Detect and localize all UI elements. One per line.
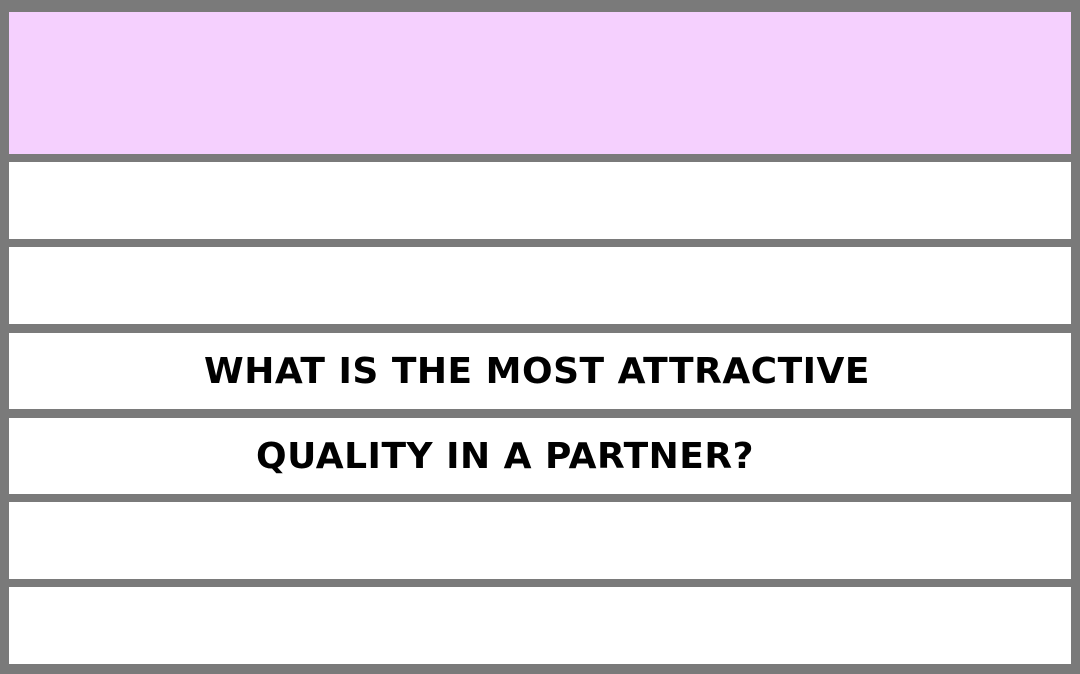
lined-row <box>9 587 1071 664</box>
question-line-2: QUALITY IN A PARTNER? <box>256 435 754 477</box>
question-row-1: WHAT IS THE MOST ATTRACTIVE <box>9 333 1071 409</box>
question-row-2: QUALITY IN A PARTNER? <box>9 418 1071 494</box>
question-line-1: WHAT IS THE MOST ATTRACTIVE <box>203 350 871 392</box>
question-card: WHAT IS THE MOST ATTRACTIVE QUALITY IN A… <box>0 0 1080 674</box>
lined-row <box>9 247 1071 324</box>
header-band <box>9 12 1071 154</box>
lined-row <box>9 502 1071 579</box>
lined-row <box>9 162 1071 239</box>
